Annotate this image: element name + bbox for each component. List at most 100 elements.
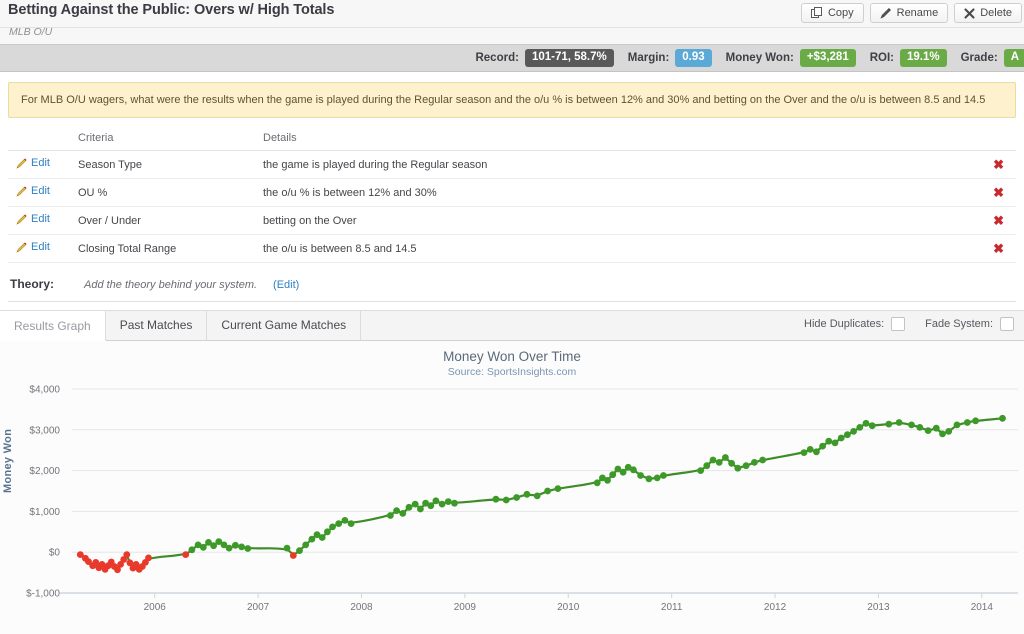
data-point[interactable]	[646, 476, 653, 483]
data-point[interactable]	[863, 420, 870, 427]
tab-current-game-matches[interactable]: Current Game Matches	[207, 310, 361, 340]
data-point[interactable]	[555, 485, 562, 492]
data-point[interactable]	[296, 547, 303, 554]
data-point[interactable]	[743, 463, 750, 470]
data-point[interactable]	[544, 488, 551, 495]
row-delete-cell[interactable]: ✖	[976, 179, 1016, 207]
data-point[interactable]	[945, 428, 952, 435]
hide-duplicates-checkbox[interactable]	[891, 317, 905, 331]
data-point[interactable]	[244, 545, 251, 552]
tab-results-graph[interactable]: Results Graph	[0, 311, 106, 341]
data-point[interactable]	[609, 472, 616, 479]
data-point[interactable]	[329, 524, 336, 531]
delete-criteria-icon[interactable]: ✖	[993, 213, 1004, 228]
data-point[interactable]	[964, 419, 971, 426]
data-point[interactable]	[324, 529, 331, 536]
data-point[interactable]	[654, 475, 661, 482]
data-point[interactable]	[503, 497, 510, 504]
data-point[interactable]	[728, 460, 735, 467]
data-point[interactable]	[801, 449, 808, 456]
data-point[interactable]	[513, 494, 520, 501]
data-point[interactable]	[825, 438, 832, 445]
data-point[interactable]	[594, 480, 601, 487]
data-point[interactable]	[710, 457, 717, 464]
data-point[interactable]	[200, 544, 207, 551]
data-point[interactable]	[348, 520, 355, 527]
delete-criteria-icon[interactable]: ✖	[993, 241, 1004, 256]
data-point[interactable]	[493, 496, 500, 503]
rename-button[interactable]: Rename	[870, 3, 949, 23]
delete-criteria-icon[interactable]: ✖	[993, 185, 1004, 200]
data-point[interactable]	[999, 415, 1006, 422]
data-point[interactable]	[412, 501, 419, 508]
fade-system-checkbox[interactable]	[1000, 317, 1014, 331]
data-point[interactable]	[182, 551, 189, 558]
data-point[interactable]	[189, 547, 196, 554]
data-point[interactable]	[284, 545, 291, 552]
data-point[interactable]	[869, 423, 876, 430]
data-point[interactable]	[925, 427, 932, 434]
data-point[interactable]	[290, 552, 297, 559]
data-point[interactable]	[534, 493, 541, 500]
delete-criteria-icon[interactable]: ✖	[993, 157, 1004, 172]
data-point[interactable]	[451, 500, 458, 507]
data-point[interactable]	[716, 459, 723, 466]
data-point[interactable]	[524, 491, 531, 498]
tab-past-matches[interactable]: Past Matches	[106, 310, 208, 340]
data-point[interactable]	[226, 545, 233, 552]
data-point[interactable]	[813, 449, 820, 456]
edit-criteria-link[interactable]: Edit	[16, 241, 50, 253]
data-point[interactable]	[916, 424, 923, 431]
copy-button[interactable]: Copy	[801, 3, 864, 23]
row-delete-cell[interactable]: ✖	[976, 151, 1016, 179]
data-point[interactable]	[939, 431, 946, 438]
data-point[interactable]	[433, 498, 440, 505]
data-point[interactable]	[933, 425, 940, 432]
data-point[interactable]	[703, 463, 710, 470]
data-point[interactable]	[844, 432, 851, 439]
data-point[interactable]	[751, 459, 758, 466]
data-point[interactable]	[850, 428, 857, 435]
data-point[interactable]	[807, 446, 814, 453]
data-point[interactable]	[342, 517, 349, 524]
edit-criteria-link[interactable]: Edit	[16, 213, 50, 225]
data-point[interactable]	[637, 472, 644, 479]
data-point[interactable]	[439, 501, 446, 508]
data-point[interactable]	[896, 419, 903, 426]
data-point[interactable]	[734, 465, 741, 472]
data-point[interactable]	[620, 469, 627, 476]
data-point[interactable]	[819, 443, 826, 450]
data-point[interactable]	[335, 520, 342, 527]
data-point[interactable]	[856, 424, 863, 431]
data-point[interactable]	[604, 477, 611, 484]
data-point[interactable]	[445, 498, 452, 505]
data-point[interactable]	[759, 457, 766, 464]
data-point[interactable]	[630, 467, 637, 474]
data-point[interactable]	[954, 422, 961, 429]
edit-criteria-link[interactable]: Edit	[16, 157, 50, 169]
data-point[interactable]	[387, 512, 394, 519]
data-point[interactable]	[417, 506, 424, 513]
data-point[interactable]	[238, 544, 245, 551]
row-delete-cell[interactable]: ✖	[976, 235, 1016, 263]
data-point[interactable]	[427, 503, 434, 510]
data-point[interactable]	[145, 555, 152, 562]
delete-button[interactable]: Delete	[954, 3, 1022, 23]
edit-criteria-link[interactable]: Edit	[16, 185, 50, 197]
data-point[interactable]	[319, 534, 326, 541]
data-point[interactable]	[838, 435, 845, 442]
data-point[interactable]	[232, 542, 239, 549]
data-point[interactable]	[697, 467, 704, 474]
data-point[interactable]	[908, 422, 915, 429]
theory-edit-link[interactable]: (Edit)	[273, 279, 299, 291]
data-point[interactable]	[393, 507, 400, 514]
data-point[interactable]	[722, 454, 729, 461]
data-point[interactable]	[660, 472, 667, 479]
data-point[interactable]	[123, 551, 130, 558]
data-point[interactable]	[885, 421, 892, 428]
data-point[interactable]	[832, 440, 839, 447]
data-point[interactable]	[399, 510, 406, 517]
row-delete-cell[interactable]: ✖	[976, 207, 1016, 235]
data-point[interactable]	[406, 504, 413, 511]
data-point[interactable]	[302, 542, 309, 549]
